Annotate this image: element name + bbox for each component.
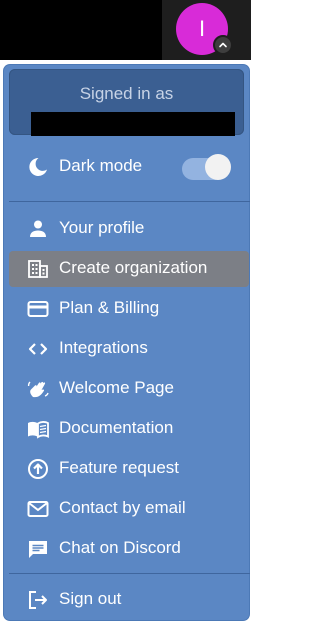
menu-item-your-profile[interactable]: Your profile bbox=[9, 211, 249, 247]
menu-item-label: Chat on Discord bbox=[59, 538, 181, 557]
chevron-up-icon[interactable] bbox=[213, 35, 233, 55]
moon-icon bbox=[29, 157, 47, 176]
menu-item-feature-request[interactable]: Feature request bbox=[9, 451, 249, 487]
menu-item-welcome-page[interactable]: Welcome Page bbox=[9, 371, 249, 407]
signed-in-label: Signed in as bbox=[79, 84, 174, 103]
credit-card-icon bbox=[27, 301, 49, 317]
person-icon bbox=[30, 220, 46, 237]
sign-out-label: Sign out bbox=[59, 589, 122, 608]
menu-item-label: Create organization bbox=[59, 258, 208, 277]
sign-out-icon bbox=[29, 591, 47, 609]
redacted-user-name bbox=[31, 112, 235, 136]
menu-item-documentation[interactable]: Documentation bbox=[9, 411, 249, 447]
menu-item-create-organization[interactable]: Create organization bbox=[9, 251, 249, 287]
menu-item-label: Plan & Billing bbox=[59, 298, 160, 317]
building-icon bbox=[28, 260, 48, 278]
arrow-up-circle-icon bbox=[28, 459, 48, 479]
menu-item-plan-billing[interactable]: Plan & Billing bbox=[9, 291, 249, 327]
divider bbox=[9, 573, 250, 574]
menu-item-label: Feature request bbox=[59, 458, 180, 477]
sign-out-button[interactable]: Sign out bbox=[9, 582, 249, 618]
menu-item-label: Documentation bbox=[59, 418, 174, 437]
dark-mode-toggle-knob bbox=[205, 154, 231, 180]
dark-mode-row[interactable]: Dark mode bbox=[9, 149, 249, 185]
menu-item-integrations[interactable]: Integrations bbox=[9, 331, 249, 367]
signed-in-box: Signed in as bbox=[9, 69, 244, 136]
divider bbox=[9, 201, 250, 202]
mail-icon bbox=[27, 501, 49, 517]
user-menu: Signed in as Dark mode Your profile Crea… bbox=[4, 65, 250, 620]
menu-item-label: Welcome Page bbox=[59, 378, 174, 397]
waving-hand-icon bbox=[27, 381, 49, 398]
menu-item-label: Integrations bbox=[59, 338, 148, 357]
dark-mode-label: Dark mode bbox=[59, 156, 143, 175]
code-icon bbox=[28, 343, 48, 355]
menu-item-label: Your profile bbox=[59, 218, 145, 237]
menu-item-label: Contact by email bbox=[59, 498, 186, 517]
menu-item-chat-discord[interactable]: Chat on Discord bbox=[9, 531, 249, 567]
book-icon bbox=[28, 421, 49, 439]
chat-icon bbox=[29, 541, 47, 558]
menu-item-contact-email[interactable]: Contact by email bbox=[9, 491, 249, 527]
